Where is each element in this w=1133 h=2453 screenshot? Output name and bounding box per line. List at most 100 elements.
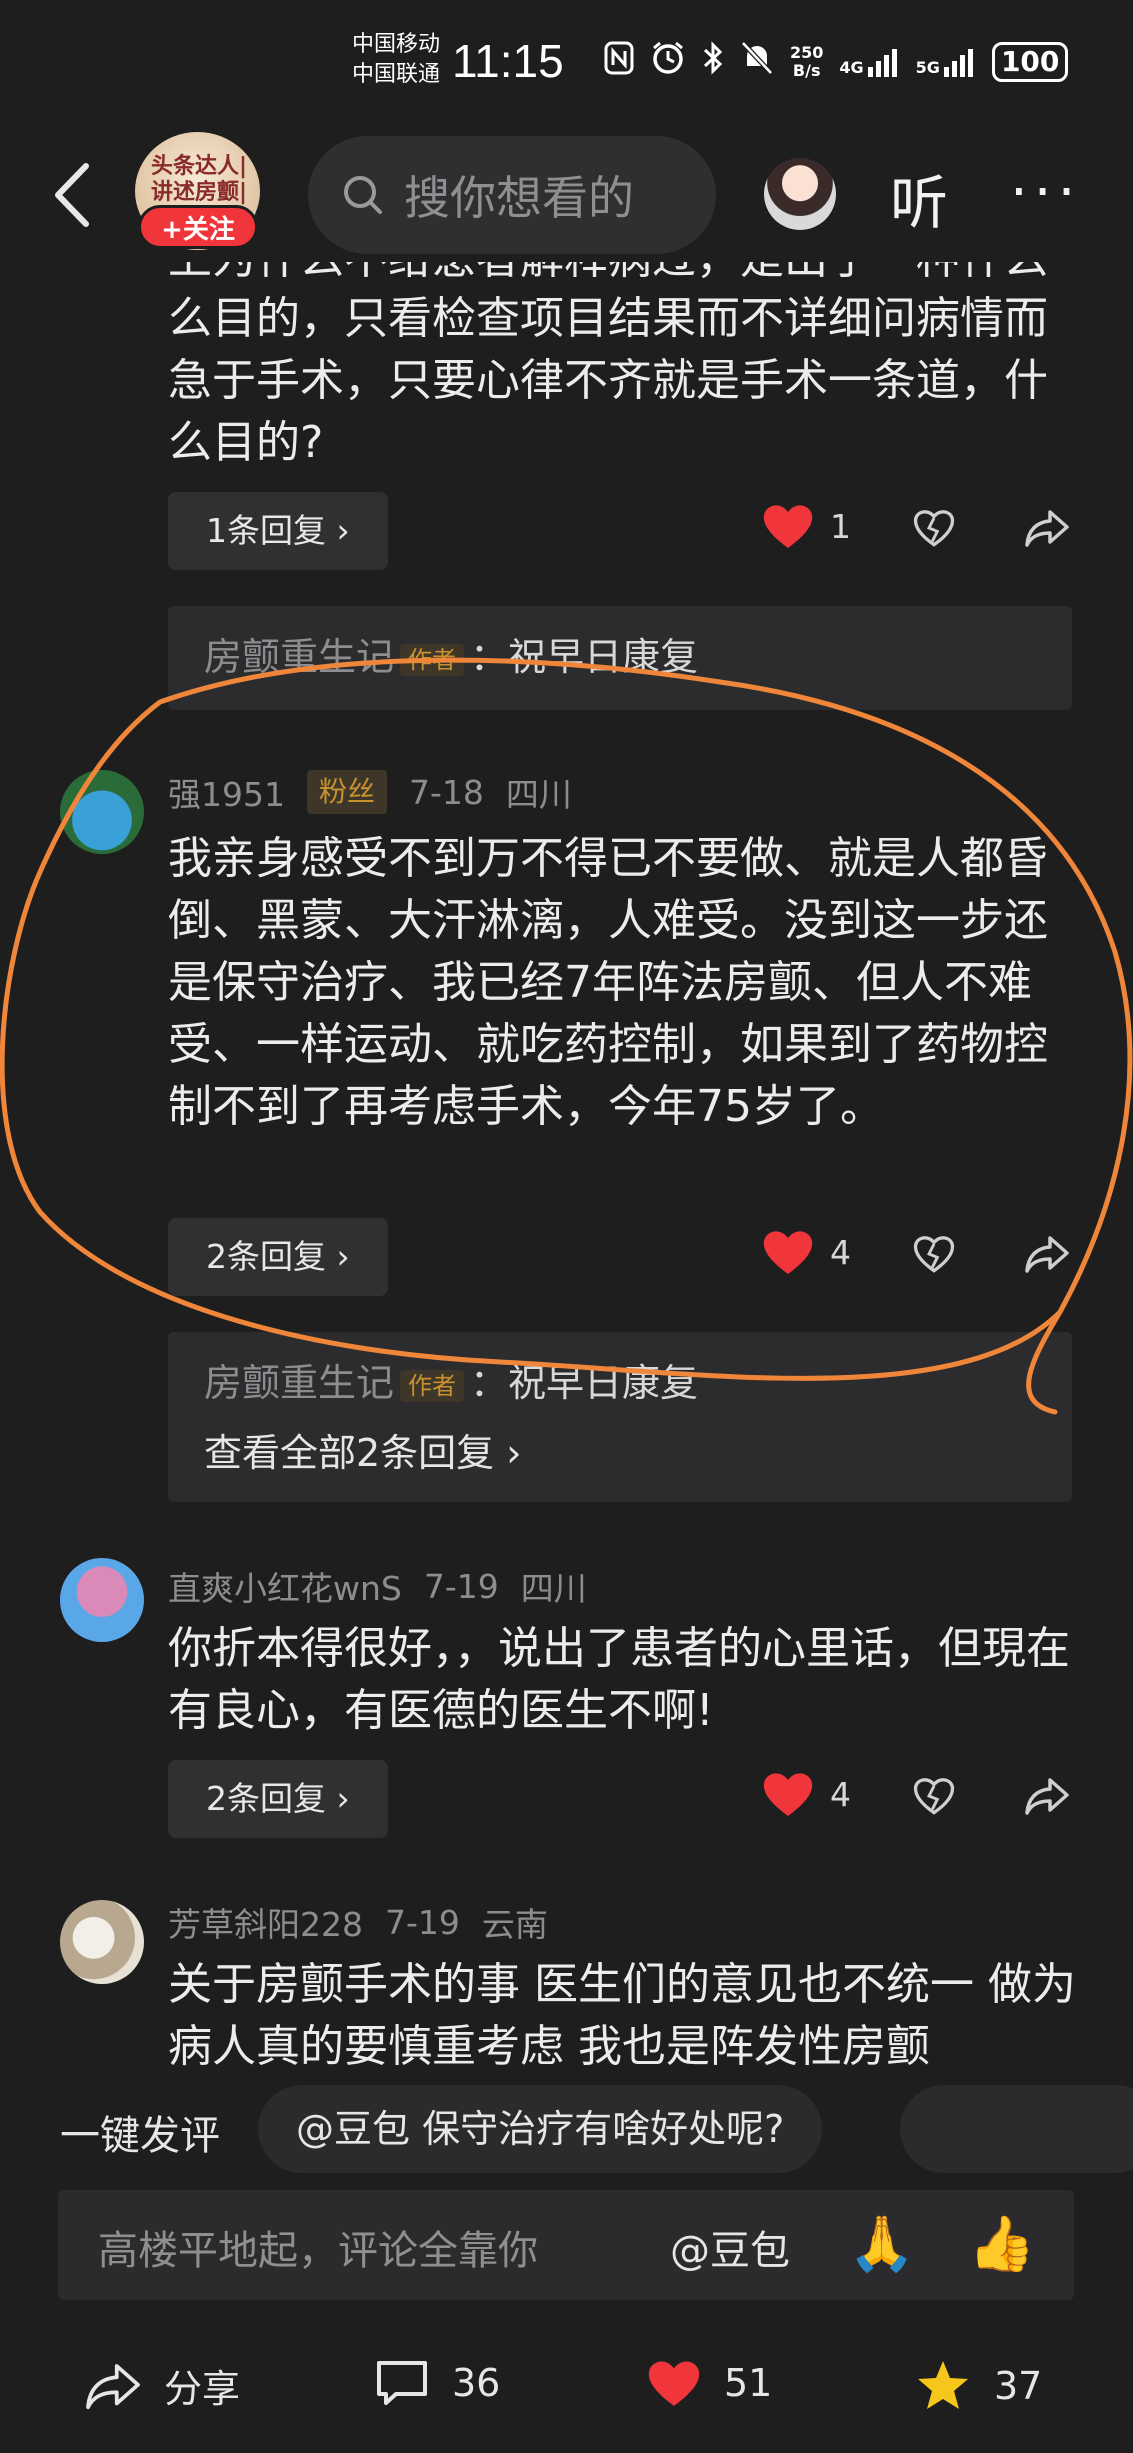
thumbs-up-emoji-button[interactable]: 👍 (968, 2212, 1035, 2276)
comment-date: 7-19 (423, 1566, 499, 1606)
fan-badge: 粉丝 (306, 770, 387, 814)
comment-location: 云南 (481, 1905, 548, 1944)
commenter-name[interactable]: 直爽小红花wnS (168, 1562, 402, 1610)
reply-author: 房颤重生记 (204, 635, 395, 679)
broken-heart-icon (913, 510, 955, 547)
like-count: 4 (830, 1232, 851, 1272)
star-filled-icon (918, 2361, 968, 2409)
reply-preview[interactable]: 房颤重生记 作者 ：祝早日康复 (168, 606, 1072, 710)
comment-count: 36 (452, 2361, 501, 2405)
reply-text: ：祝早日康复 (470, 635, 699, 679)
share-comment-button[interactable] (1024, 1234, 1070, 1274)
bluetooth-icon (702, 40, 724, 84)
nfc-icon (604, 41, 634, 83)
net-speed: 250 B/s (790, 43, 824, 80)
carrier-labels: 中国移动 中国联通 (352, 30, 440, 90)
comment-text: 么目的，只看检查项目结果而不详细问病情而急于手术，只要心律不齐就是手术一条道，什… (168, 293, 1048, 468)
comments-button[interactable]: 36 (374, 2358, 500, 2408)
article-header: 头条达人|讲述房颤|患者自己 +关注 搜你想看的 听 ··· (0, 120, 1133, 260)
user-avatar[interactable] (764, 158, 836, 230)
author-tag: 作者 (400, 1369, 465, 1402)
like-button[interactable]: 4 (762, 1770, 851, 1818)
follow-button[interactable]: +关注 (138, 205, 258, 249)
broken-heart-icon (913, 1236, 955, 1273)
comment-partial-line: 上为什么不给患者解释病过，是出于一种什么 (168, 262, 1078, 290)
commenter-avatar[interactable] (60, 770, 144, 854)
listen-button[interactable]: 听 (890, 156, 948, 240)
comment-list: 上为什么不给患者解释病过，是出于一种什么 么目的，只看检查项目结果而不详细问病情… (0, 262, 1133, 2072)
reply-count-button[interactable]: 1条回复 › (168, 492, 388, 570)
reply-author: 房颤重生记 (204, 1361, 395, 1405)
comment-date: 7-19 (385, 1902, 460, 1942)
comment-text: 关于房颤手术的事 医生们的意见也不统一 做为病人真的要慎重考虑 我也是阵发性房颤 (168, 1959, 1076, 2072)
carrier-1: 中国移动 (352, 32, 441, 57)
mention-doubao-button[interactable]: @豆包 (670, 2218, 790, 2276)
battery-indicator: 100 (991, 42, 1069, 82)
bottom-action-bar: 分享 36 51 37 (0, 2330, 1133, 2440)
comment-date: 7-18 (409, 772, 484, 812)
comment-location: 四川 (520, 1569, 587, 1608)
dislike-button[interactable] (912, 1234, 956, 1274)
commenter-avatar[interactable] (60, 1900, 144, 1984)
comment-text: 我亲身感受不到万不得已不要做、就是人都昏倒、黑蒙、大汗淋漓，人难受。没到这一步还… (168, 833, 1048, 1132)
share-label: 分享 (164, 2367, 241, 2411)
signal-2: 5G (916, 47, 976, 77)
mute-bell-icon (740, 40, 774, 84)
share-arrow-icon (86, 2363, 140, 2409)
signal-1: 4G (839, 47, 899, 77)
share-comment-button[interactable] (1024, 1776, 1070, 1816)
comment-input[interactable]: 高楼平地起，评论全靠你 @豆包 🙏 👍 (58, 2190, 1074, 2300)
reply-preview[interactable]: 房颤重生记 作者 ：祝早日康复 查看全部2条回复 › (168, 1332, 1072, 1502)
reply-count-button[interactable]: 2条回复 › (168, 1760, 388, 1838)
dislike-button[interactable] (912, 1776, 956, 1816)
pray-emoji-button[interactable]: 🙏 (848, 2212, 915, 2276)
signal-bars-icon (943, 49, 973, 77)
like-button[interactable]: 1 (762, 502, 851, 550)
commenter-name[interactable]: 芳草斜阳228 (168, 1898, 363, 1946)
status-time: 11:15 (452, 35, 564, 87)
commenter-avatar[interactable] (60, 1558, 144, 1642)
like-count: 4 (830, 1774, 851, 1814)
quick-comment-row: 一键发评 @豆包 保守治疗有啥好处呢? (0, 2085, 1133, 2175)
comment-bubble-icon (377, 2361, 427, 2405)
status-icons: 250 B/s 4G 5G 100 (604, 40, 1069, 84)
search-input[interactable]: 搜你想看的 (308, 136, 716, 254)
broken-heart-icon (913, 1778, 955, 1815)
comment-meta: 芳草斜阳228 7-19 云南 (168, 1898, 548, 1946)
signal-bars-icon (867, 49, 897, 77)
quick-comment-label: 一键发评 (60, 2113, 220, 2159)
alarm-icon (650, 40, 686, 84)
share-arrow-icon (1025, 1236, 1069, 1273)
reply-count-button[interactable]: 2条回复 › (168, 1218, 388, 1296)
more-icon[interactable]: ··· (1010, 160, 1081, 225)
heart-filled-icon (648, 2361, 700, 2406)
comment-meta: 强1951 粉丝 7-18 四川 (168, 768, 572, 816)
back-arrow-icon[interactable] (48, 160, 98, 230)
like-article-button[interactable]: 51 (646, 2358, 772, 2408)
author-tag: 作者 (400, 643, 465, 676)
view-all-replies-link[interactable]: 查看全部2条回复 › (204, 1418, 1036, 1488)
search-icon (344, 176, 382, 214)
carrier-2: 中国联通 (352, 62, 441, 87)
like-count: 51 (724, 2361, 773, 2405)
quick-comment-chip[interactable]: @豆包 保守治疗有啥好处呢? (258, 2085, 823, 2173)
share-comment-button[interactable] (1024, 508, 1070, 548)
search-placeholder: 搜你想看的 (404, 171, 634, 225)
commenter-name[interactable]: 强1951 (168, 768, 285, 816)
comment-location: 四川 (505, 775, 572, 814)
comment-placeholder: 高楼平地起，评论全靠你 (98, 2228, 538, 2274)
quick-comment-chip[interactable] (900, 2085, 1133, 2173)
like-button[interactable]: 4 (762, 1228, 851, 1276)
comment-meta: 直爽小红花wnS 7-19 四川 (168, 1562, 587, 1610)
favorite-count: 37 (994, 2364, 1043, 2408)
heart-filled-icon (763, 1773, 813, 1816)
dislike-button[interactable] (912, 508, 956, 548)
comment-text: 你折本得很好，，说出了患者的心里话，但現在有良心，有医德的医生不啊! (168, 1623, 1070, 1736)
heart-filled-icon (763, 505, 813, 548)
share-arrow-icon (1025, 510, 1069, 547)
share-button[interactable]: 分享 (84, 2358, 240, 2413)
reply-text: ：祝早日康复 (470, 1361, 699, 1405)
favorite-button[interactable]: 37 (914, 2358, 1042, 2414)
like-count: 1 (830, 506, 851, 546)
status-bar: 中国移动 中国联通 11:15 250 B/s 4G 5G 100 (0, 0, 1133, 120)
